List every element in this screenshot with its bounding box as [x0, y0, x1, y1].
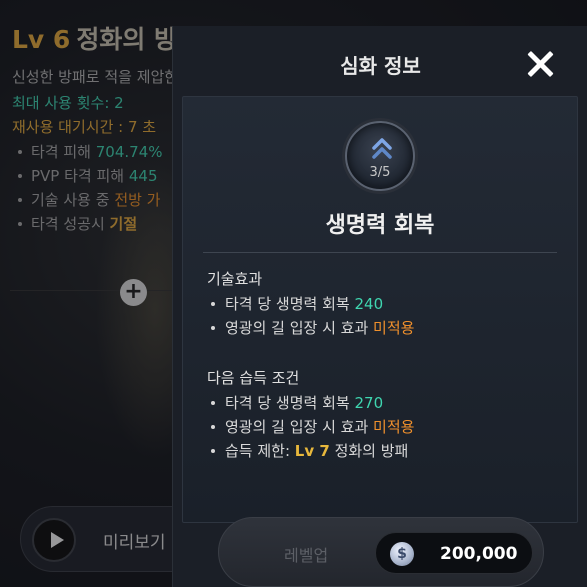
cost-value: 200,000 — [440, 544, 518, 564]
list-item: 영광의 길 입장 시 효과 미적용 — [211, 415, 414, 439]
cost-display: $ 200,000 — [375, 532, 533, 574]
close-icon[interactable] — [526, 50, 554, 78]
skill-icon: 3/5 — [345, 121, 415, 191]
list-item: 타격 당 생명력 회복 270 — [211, 391, 414, 415]
effect-list: 타격 당 생명력 회복 240 영광의 길 입장 시 효과 미적용 — [211, 292, 414, 340]
list-item: 타격 당 생명력 회복 240 — [211, 292, 414, 316]
silver-coin-icon: $ — [390, 542, 414, 566]
divider — [203, 252, 557, 253]
list-item: 영광의 길 입장 시 효과 미적용 — [211, 316, 414, 340]
enhancement-info-card: 3/5 생명력 회복 기술효과 타격 당 생명력 회복 240 영광의 길 입장… — [182, 96, 578, 523]
double-chevron-up-icon — [372, 138, 392, 159]
skill-name: 생명력 회복 — [325, 213, 435, 238]
list-item: 습득 제한: Lv 7 정화의 방패 — [211, 439, 414, 463]
enhancement-info-modal: 심화 정보 3/5 생명력 회복 기술효과 타격 당 생명력 회복 240 영광… — [172, 26, 587, 587]
next-condition-list: 타격 당 생명력 회복 270 영광의 길 입장 시 효과 미적용 습득 제한:… — [211, 391, 414, 463]
next-condition-section-title: 다음 습득 조건 — [207, 369, 300, 387]
level-up-button[interactable]: 레벨업 $ 200,000 — [218, 517, 544, 587]
effect-section-title: 기술효과 — [207, 270, 263, 288]
level-up-label: 레벨업 — [284, 546, 329, 565]
skill-level-progress: 3/5 — [369, 165, 391, 180]
modal-title: 심화 정보 — [340, 54, 421, 78]
